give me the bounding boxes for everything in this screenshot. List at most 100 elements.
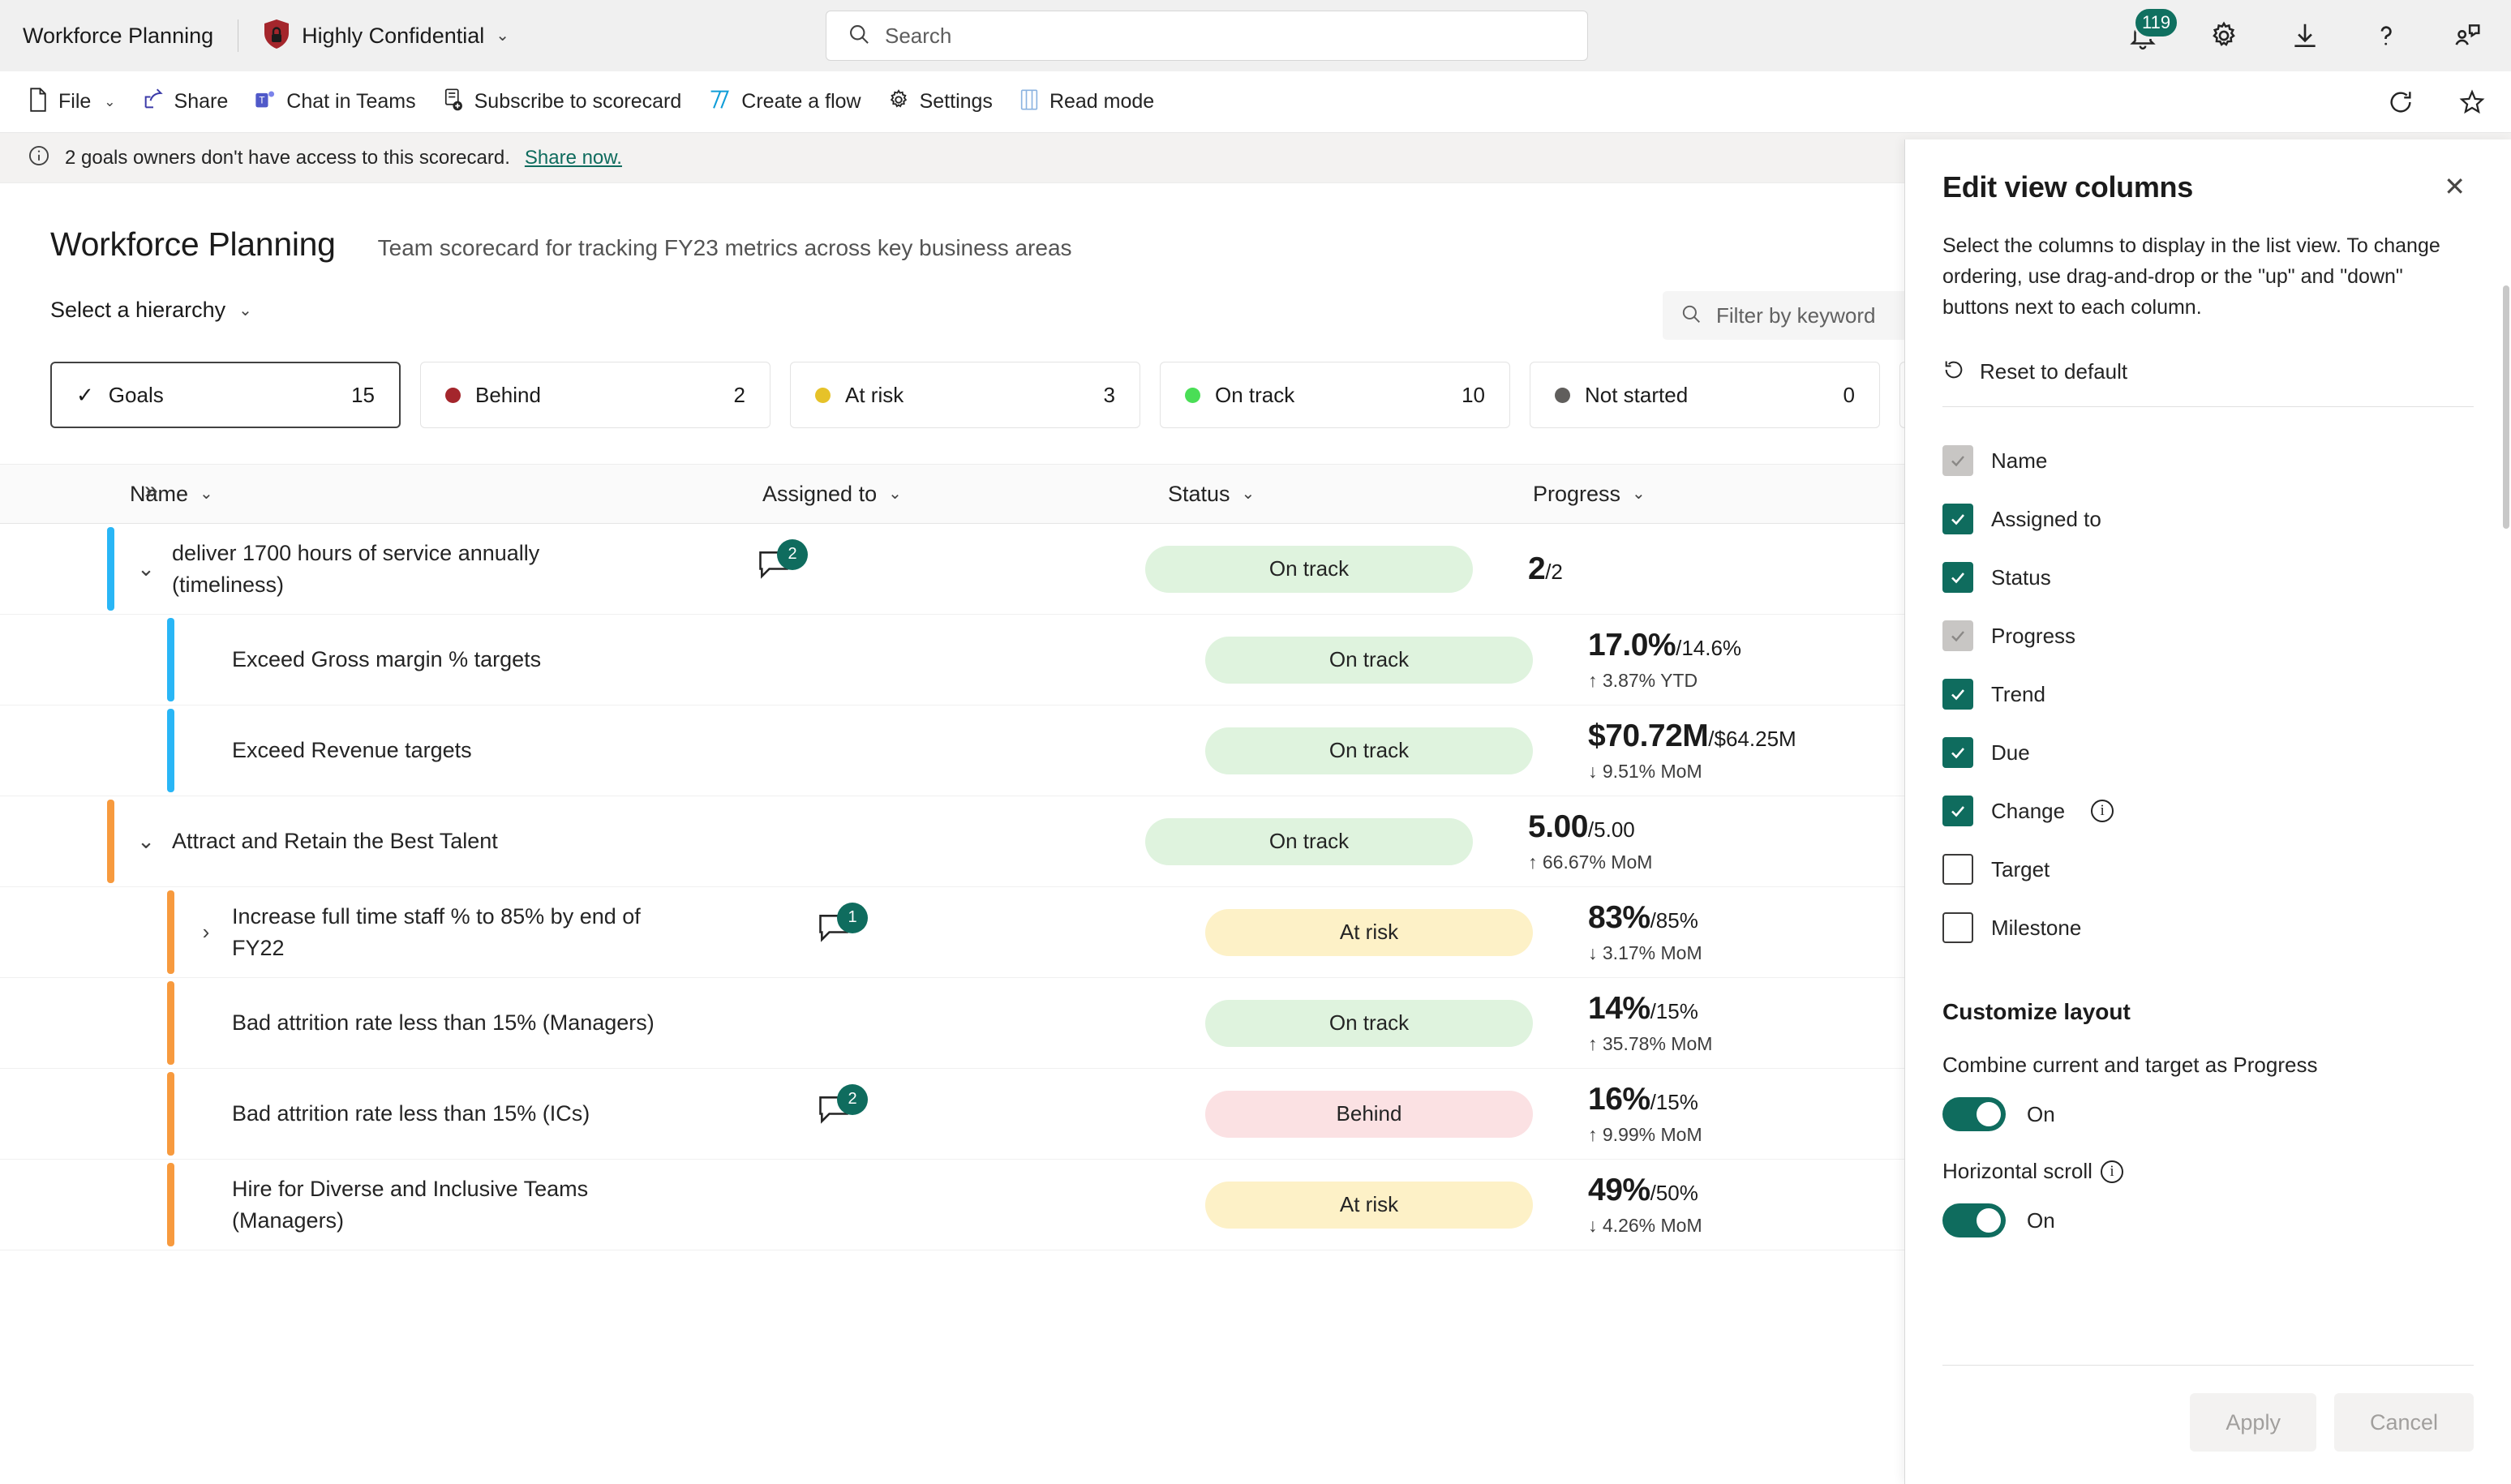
search-input[interactable]: Search [826, 11, 1588, 61]
column-checkbox-change[interactable]: Change i [1942, 782, 2474, 840]
chevron-down-icon: ⌄ [200, 485, 213, 503]
goal-name: Attract and Retain the Best Talent [172, 829, 498, 854]
chevron-right-icon[interactable]: › [187, 920, 225, 945]
progress-current: $70.72M [1588, 718, 1709, 753]
cell-assigned-to: 1 [816, 887, 1205, 977]
help-icon[interactable] [2365, 15, 2407, 57]
command-file-label: File [58, 90, 92, 113]
group-accent-bar [107, 800, 114, 883]
cancel-button[interactable]: Cancel [2333, 1393, 2474, 1452]
column-header-progress[interactable]: Progress ⌄ [1533, 482, 1874, 507]
cell-status: Behind [1205, 1069, 1570, 1159]
bell-icon[interactable]: 119 [2122, 6, 2180, 57]
toggle-horizontal-scroll-state: On [2027, 1207, 2055, 1233]
table-row[interactable]: Exceed Revenue targets On track $70.72M … [0, 706, 1905, 796]
status-pill-count: 15 [351, 382, 375, 407]
toggle-horizontal-scroll-switch[interactable] [1942, 1203, 2006, 1237]
column-header-status[interactable]: Status ⌄ [1168, 482, 1533, 507]
double-chevron-right-icon[interactable]: » [144, 478, 158, 503]
column-checkbox-milestone[interactable]: Milestone [1942, 899, 2474, 957]
command-read-mode[interactable]: Read mode [1006, 79, 1167, 125]
chevron-down-icon: ⌄ [888, 485, 902, 503]
status-pill-count: 2 [733, 382, 745, 407]
cell-assigned-to [816, 615, 1205, 705]
feedback-icon[interactable] [2446, 15, 2488, 57]
column-checkbox-label: Assigned to [1991, 506, 2101, 531]
group-accent-bar [167, 1072, 174, 1156]
teams-icon: T [254, 88, 277, 115]
share-now-link[interactable]: Share now. [525, 147, 622, 169]
favorite-star-icon[interactable] [2451, 81, 2493, 123]
apply-button[interactable]: Apply [2190, 1393, 2316, 1452]
status-badge: On track [1205, 999, 1533, 1047]
panel-scrollbar[interactable] [2503, 285, 2509, 529]
filter-by-keyword-input[interactable]: Filter by keyword [1663, 291, 1905, 340]
group-accent-bar [167, 890, 174, 974]
sensitivity-label-button[interactable]: Highly Confidential ⌄ [263, 19, 509, 54]
cell-name: ⌄ Attract and Retain the Best Talent [107, 796, 756, 886]
comment-icon[interactable]: 1 [816, 902, 868, 954]
info-icon[interactable]: i [2100, 1160, 2123, 1183]
column-checkbox-assigned-to[interactable]: Assigned to [1942, 490, 2474, 548]
group-accent-bar [167, 618, 174, 701]
table-row[interactable]: › Increase full time staff % to 85% by e… [0, 887, 1905, 978]
scorecard-content: Workforce Planning Team scorecard for tr… [0, 183, 1905, 1484]
progress-target: /5.00 [1587, 817, 1635, 842]
download-icon[interactable] [2284, 15, 2326, 57]
status-pill-goals[interactable]: ✓ Goals 15 [50, 362, 401, 428]
info-icon[interactable]: i [2091, 800, 2114, 822]
table-row[interactable]: ⌄ deliver 1700 hours of service annually… [0, 524, 1905, 615]
command-settings-label: Settings [919, 90, 993, 113]
toggle-horizontal-scroll-label: Horizontal scroll i [1942, 1159, 2474, 1184]
column-header-name[interactable]: Name ⌄ [130, 482, 762, 507]
comment-icon[interactable]: 2 [756, 538, 808, 591]
column-checkbox-status[interactable]: Status [1942, 548, 2474, 607]
close-icon[interactable]: ✕ [2436, 170, 2474, 203]
refresh-icon[interactable] [2380, 81, 2422, 123]
status-pill-behind[interactable]: Behind 2 [420, 362, 770, 428]
table-row[interactable]: Bad attrition rate less than 15% (ICs) 2… [0, 1069, 1905, 1160]
status-pill-at-risk[interactable]: At risk 3 [790, 362, 1140, 428]
status-pill-on-track[interactable]: On track 10 [1160, 362, 1510, 428]
comment-count: 2 [777, 538, 808, 570]
chevron-down-icon: ⌄ [496, 27, 510, 45]
column-header-assigned-to[interactable]: Assigned to ⌄ [762, 482, 1168, 507]
select-hierarchy-dropdown[interactable]: Select a hierarchy ⌄ [50, 298, 252, 323]
comment-icon[interactable]: 2 [816, 1083, 868, 1136]
table-row[interactable]: ⌄ Attract and Retain the Best Talent On … [0, 796, 1905, 887]
cell-progress: 17.0% /14.6% ↑ 3.87% YTD [1570, 615, 1905, 705]
toggle-knob [1977, 1208, 2001, 1233]
progress-current: 17.0% [1588, 628, 1676, 663]
command-share[interactable]: Share [129, 79, 242, 125]
status-pill-not-started[interactable]: Not started 0 [1530, 362, 1880, 428]
table-row[interactable]: Exceed Gross margin % targets On track 1… [0, 615, 1905, 706]
command-file[interactable]: File ⌄ [15, 79, 129, 125]
chevron-down-icon[interactable]: ⌄ [127, 829, 165, 854]
column-checkbox-name: Name [1942, 431, 2474, 490]
toggle-horizontal-scroll-text: Horizontal scroll [1942, 1159, 2092, 1183]
cell-assigned-to [816, 1160, 1205, 1250]
command-create-flow[interactable]: Create a flow [694, 79, 873, 125]
toggle-combine-progress-switch[interactable] [1942, 1097, 2006, 1131]
reset-to-default-button[interactable]: Reset to default [1905, 323, 2511, 385]
checkbox-checked-icon [1942, 679, 1973, 710]
checkbox-checked-disabled-icon [1942, 620, 1973, 651]
column-checkbox-trend[interactable]: Trend [1942, 665, 2474, 723]
column-checkbox-due[interactable]: Due [1942, 723, 2474, 782]
goal-name: Bad attrition rate less than 15% (ICs) [232, 1101, 590, 1126]
command-subscribe-label: Subscribe to scorecard [474, 90, 682, 113]
table-row[interactable]: Bad attrition rate less than 15% (Manage… [0, 978, 1905, 1069]
command-settings[interactable]: Settings [874, 79, 1006, 125]
notification-badge: 119 [2133, 6, 2180, 39]
cell-progress: 5.00 /5.00 ↑ 66.67% MoM [1510, 796, 1905, 886]
cell-status: On track [1205, 615, 1570, 705]
command-subscribe[interactable]: Subscribe to scorecard [429, 79, 695, 125]
table-row[interactable]: Hire for Diverse and Inclusive Teams (Ma… [0, 1160, 1905, 1250]
goals-table: » Name ⌄ Assigned to ⌄ Status ⌄ Progress… [0, 464, 1905, 1250]
gear-icon[interactable] [2203, 15, 2245, 57]
chevron-down-icon[interactable]: ⌄ [127, 556, 165, 581]
cell-assigned-to: 2 [756, 524, 1145, 614]
command-chat-in-teams[interactable]: T Chat in Teams [241, 79, 428, 125]
column-checkbox-target[interactable]: Target [1942, 840, 2474, 899]
file-icon [28, 88, 49, 116]
